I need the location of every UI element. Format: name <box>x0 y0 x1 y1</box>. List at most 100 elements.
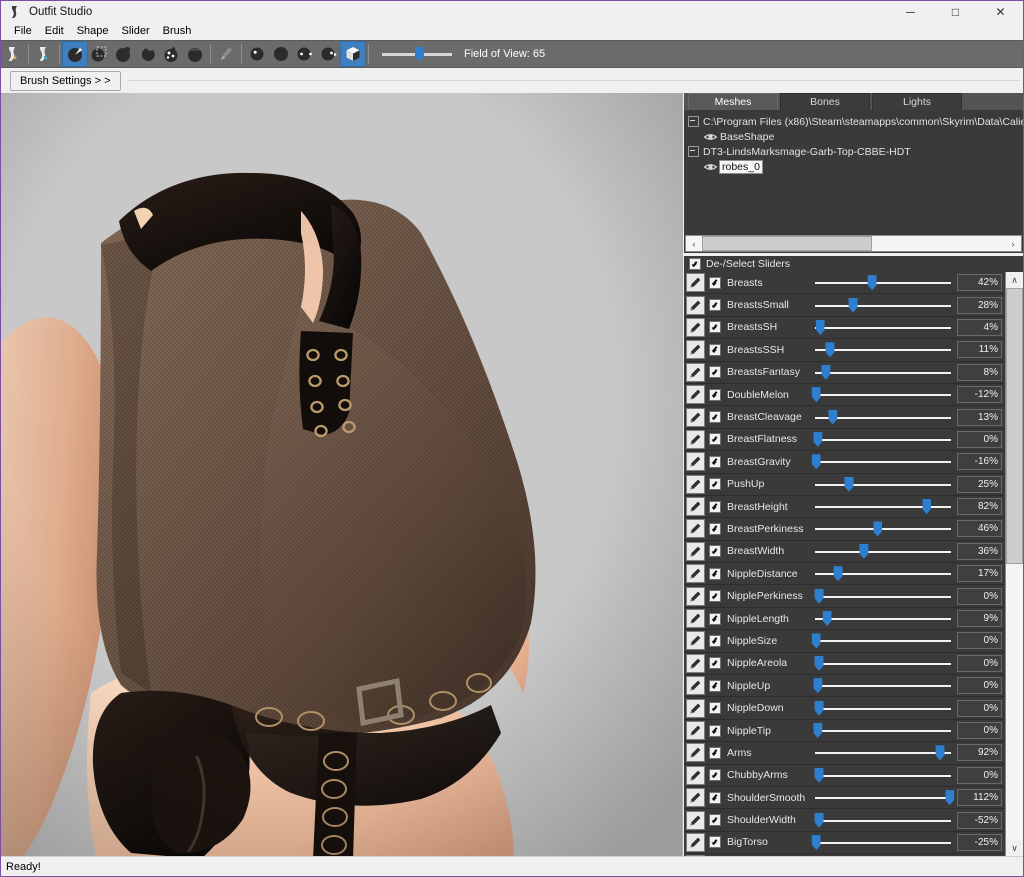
eye-icon[interactable] <box>703 162 718 172</box>
edit-slider-pencil-icon[interactable] <box>686 317 705 337</box>
vertex-edit-icon[interactable] <box>245 42 269 66</box>
slider-enable-checkbox[interactable] <box>709 791 721 804</box>
hscroll-thumb[interactable] <box>702 236 872 251</box>
slider-row[interactable]: BreastsSmall 28% <box>684 294 1005 317</box>
scroll-up-icon[interactable]: ∧ <box>1006 272 1023 288</box>
edit-slider-pencil-icon[interactable] <box>686 586 705 606</box>
slider-thumb[interactable] <box>859 543 869 559</box>
tab-bones[interactable]: Bones <box>780 93 870 110</box>
slider-row[interactable]: BreastGravity -16% <box>684 451 1005 474</box>
new-project-icon[interactable] <box>1 42 25 66</box>
slider-value[interactable]: 0% <box>957 430 1002 448</box>
edit-slider-pencil-icon[interactable] <box>686 362 705 382</box>
slider-row[interactable]: ChubbyArms 0% <box>684 764 1005 787</box>
slider-track[interactable] <box>811 834 951 851</box>
brush-deflate-icon[interactable] <box>111 42 135 66</box>
slider-thumb[interactable] <box>945 790 955 806</box>
eye-icon[interactable] <box>703 132 718 142</box>
menu-brush[interactable]: Brush <box>157 24 199 39</box>
slider-thumb[interactable] <box>813 678 823 694</box>
slider-thumb[interactable] <box>833 566 843 582</box>
slider-value[interactable]: 4% <box>957 318 1002 336</box>
vscroll-thumb[interactable] <box>1006 288 1023 564</box>
slider-row[interactable]: Arms 92% <box>684 742 1005 765</box>
slider-value[interactable]: 92% <box>957 744 1002 762</box>
slider-enable-checkbox[interactable] <box>709 724 721 737</box>
slider-row[interactable]: BreastsSSH 11% <box>684 339 1005 362</box>
mesh-vertex-icon[interactable] <box>293 42 317 66</box>
slider-value[interactable]: 9% <box>957 610 1002 628</box>
slider-thumb[interactable] <box>815 319 825 335</box>
slider-enable-checkbox[interactable] <box>709 276 721 289</box>
slider-track[interactable] <box>814 767 951 784</box>
edit-slider-pencil-icon[interactable] <box>686 474 705 494</box>
brush-smooth-icon[interactable] <box>159 42 183 66</box>
slider-thumb[interactable] <box>814 812 824 828</box>
slider-row[interactable]: BreastsFantasy 8% <box>684 361 1005 384</box>
slider-value[interactable]: -16% <box>957 453 1002 471</box>
slider-row[interactable]: ShoulderSmooth 112% <box>684 786 1005 810</box>
slider-row[interactable]: NippleLength 9% <box>684 607 1005 631</box>
de-select-sliders-row[interactable]: De-/Select Sliders <box>684 256 1023 272</box>
slider-enable-checkbox[interactable] <box>709 500 721 513</box>
slider-enable-checkbox[interactable] <box>709 433 721 446</box>
mesh-horizontal-scrollbar[interactable]: ‹ › <box>685 235 1022 252</box>
collapse-icon[interactable] <box>688 116 699 127</box>
mesh-solid-icon[interactable] <box>269 42 293 66</box>
slider-enable-checkbox[interactable] <box>709 343 721 356</box>
tab-lights[interactable]: Lights <box>872 93 962 110</box>
menu-edit[interactable]: Edit <box>39 24 71 39</box>
slider-thumb[interactable] <box>867 275 877 291</box>
slider-row[interactable]: PushUp 25% <box>684 473 1005 496</box>
menu-shape[interactable]: Shape <box>71 24 116 39</box>
load-project-icon[interactable] <box>32 42 56 66</box>
tab-meshes[interactable]: Meshes <box>688 93 778 110</box>
slider-value[interactable]: 0% <box>957 677 1002 695</box>
slider-enable-checkbox[interactable] <box>709 679 721 692</box>
edit-slider-pencil-icon[interactable] <box>686 855 705 856</box>
slider-row[interactable]: Waist0% <box>684 854 1005 856</box>
slider-track[interactable] <box>815 498 951 515</box>
slider-value[interactable]: 112% <box>957 789 1002 807</box>
slider-value[interactable]: 0% <box>957 632 1002 650</box>
slider-value[interactable]: 0% <box>957 766 1002 784</box>
slider-enable-checkbox[interactable] <box>709 634 721 647</box>
maximize-button[interactable]: □ <box>933 1 978 23</box>
slider-value[interactable]: -25% <box>957 833 1002 851</box>
slider-thumb[interactable] <box>848 297 858 313</box>
collapse-icon[interactable] <box>688 146 699 157</box>
slider-track[interactable] <box>815 565 951 582</box>
slider-track[interactable] <box>815 341 951 358</box>
tree-group-row[interactable]: DT3-LindsMarksmage-Garb-Top-CBBE-HDT <box>686 144 1023 159</box>
slider-row[interactable]: BreastWidth 36% <box>684 540 1005 564</box>
mesh-points-icon[interactable] <box>317 42 341 66</box>
slider-enable-checkbox[interactable] <box>709 612 721 625</box>
edit-slider-pencil-icon[interactable] <box>686 765 705 785</box>
slider-track[interactable] <box>813 431 951 448</box>
slider-row[interactable]: NippleAreola 0% <box>684 652 1005 676</box>
slider-value[interactable]: 36% <box>957 542 1002 560</box>
slider-value[interactable]: 17% <box>957 565 1002 583</box>
edit-slider-pencil-icon[interactable] <box>686 788 705 808</box>
scroll-right-icon[interactable]: › <box>1005 236 1021 251</box>
fov-thumb[interactable] <box>414 46 424 62</box>
slider-enable-checkbox[interactable] <box>709 746 721 759</box>
edit-slider-pencil-icon[interactable] <box>686 407 705 427</box>
edit-slider-pencil-icon[interactable] <box>686 631 705 651</box>
slider-track[interactable] <box>814 812 951 829</box>
mesh-tree[interactable]: C:\Program Files (x86)\Steam\steamapps\c… <box>684 110 1023 235</box>
slider-thumb[interactable] <box>814 700 824 716</box>
edit-slider-pencil-icon[interactable] <box>686 721 705 740</box>
slider-track[interactable] <box>814 588 951 605</box>
slider-enable-checkbox[interactable] <box>709 299 721 312</box>
slider-enable-checkbox[interactable] <box>709 321 721 334</box>
slider-track[interactable] <box>815 409 951 426</box>
slider-row[interactable]: BreastCleavage 13% <box>684 406 1005 429</box>
slider-row[interactable]: ShoulderWidth -52% <box>684 809 1005 832</box>
brush-mask-icon[interactable] <box>183 42 207 66</box>
slider-track[interactable] <box>815 744 951 761</box>
slider-row[interactable]: DoubleMelon -12% <box>684 383 1005 407</box>
slider-track[interactable] <box>811 632 951 649</box>
slider-enable-checkbox[interactable] <box>709 567 721 580</box>
3d-viewport[interactable] <box>1 93 683 856</box>
